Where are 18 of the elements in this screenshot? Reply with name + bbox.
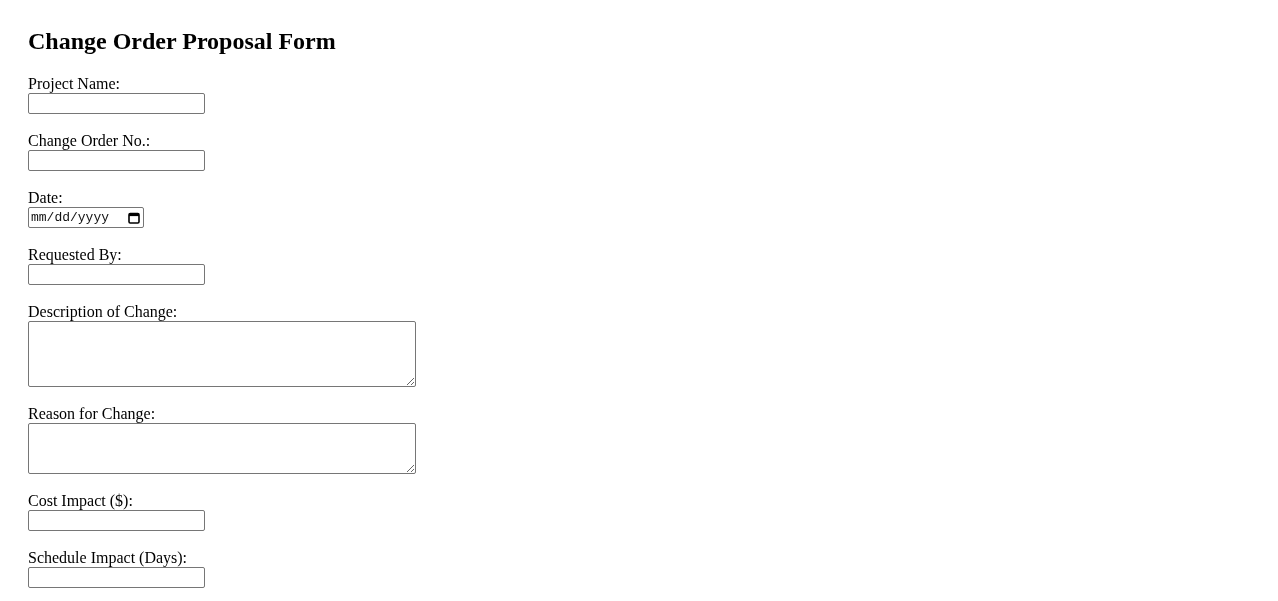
textarea-field[interactable] <box>28 321 416 387</box>
calendar-icon[interactable] <box>128 211 140 224</box>
field-label: Change Order No.: <box>28 132 151 150</box>
text-field[interactable] <box>28 150 205 171</box>
field-label: Date: <box>28 189 63 207</box>
text-field[interactable] <box>28 93 205 114</box>
textarea-field[interactable] <box>28 423 416 474</box>
field-label: Requested By: <box>28 246 122 264</box>
field-label: Schedule Impact (Days): <box>28 549 188 567</box>
text-field[interactable] <box>28 510 205 531</box>
text-field[interactable] <box>28 264 205 285</box>
form-title: Change Order Proposal Form <box>28 27 336 55</box>
field-label: Description of Change: <box>28 303 178 321</box>
field-label: Reason for Change: <box>28 405 156 423</box>
field-label: Project Name: <box>28 75 120 93</box>
date-field[interactable]: mm/dd/yyyy <box>28 207 144 228</box>
field-label: Cost Impact ($): <box>28 492 133 510</box>
text-field[interactable] <box>28 567 205 588</box>
